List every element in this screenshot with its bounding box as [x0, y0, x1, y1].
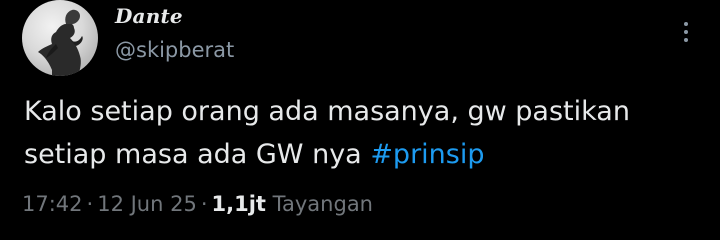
avatar-silhouette-icon — [38, 9, 83, 76]
hashtag-link[interactable]: #prinsip — [370, 139, 484, 170]
tweet-meta: 17:42 · 12 Jun 25 · 1,1jt Tayangan — [22, 192, 373, 216]
author-handle[interactable]: @skipberat — [115, 38, 234, 62]
tweet-text: Kalo setiap orang ada masanya, gw pastik… — [24, 90, 704, 176]
tweet-text-line-2: setiap masa ada GW nya #prinsip — [24, 133, 704, 176]
tweet: Dante @skipberat Kalo setiap orang ada m… — [0, 0, 720, 240]
avatar[interactable] — [22, 0, 98, 76]
separator: · — [86, 192, 94, 216]
author-display-name[interactable]: Dante — [115, 4, 183, 28]
tweet-date[interactable]: 12 Jun 25 — [97, 192, 197, 216]
separator: · — [200, 192, 208, 216]
more-options-button[interactable] — [674, 16, 698, 48]
tweet-time[interactable]: 17:42 — [22, 192, 83, 216]
tweet-text-line-1: Kalo setiap orang ada masanya, gw pastik… — [24, 96, 630, 127]
views-label: Tayangan — [272, 192, 373, 216]
tweet-text-line-2-prefix: setiap masa ada GW nya — [24, 139, 371, 170]
views-count[interactable]: 1,1jt — [212, 192, 266, 216]
